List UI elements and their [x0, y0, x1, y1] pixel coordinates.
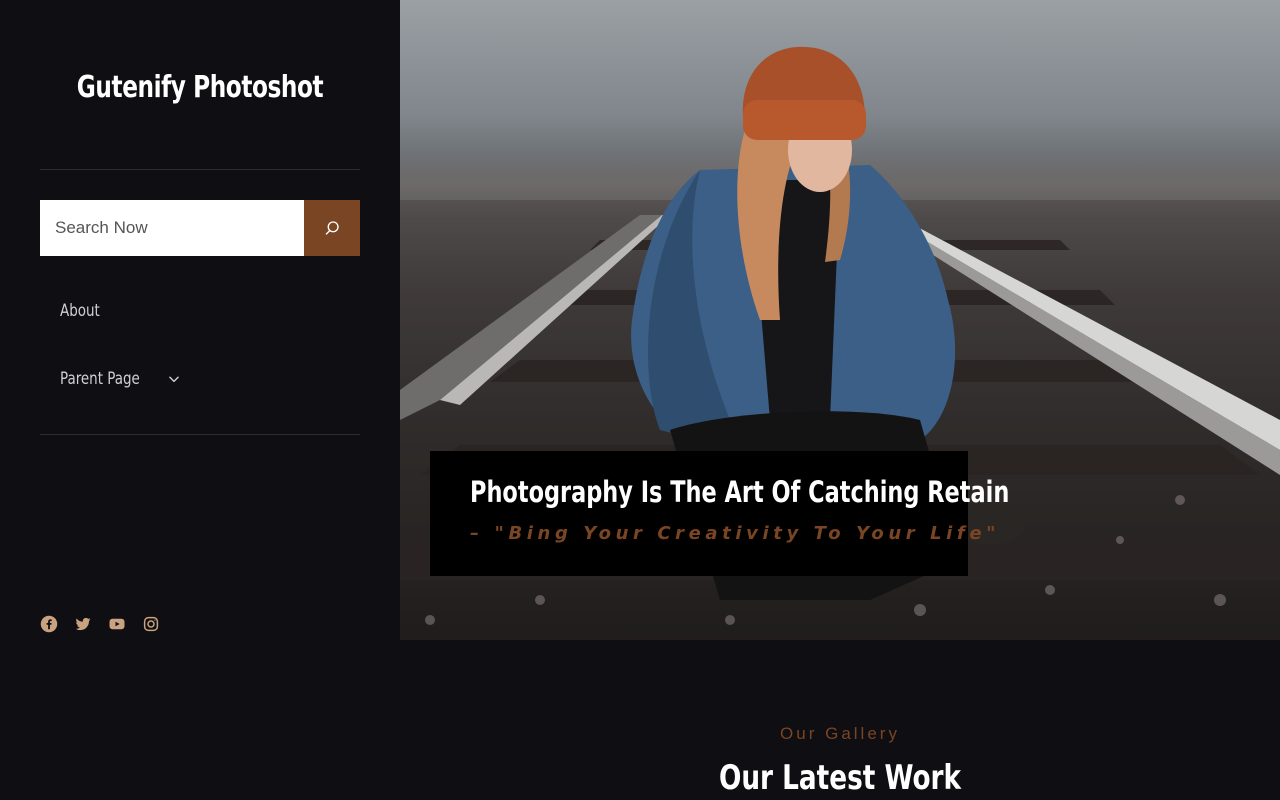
nav-item-about[interactable]: About — [60, 301, 105, 321]
search-button[interactable] — [304, 200, 360, 256]
social-links — [40, 615, 160, 633]
twitter-icon[interactable] — [74, 615, 92, 633]
chevron-down-icon[interactable] — [167, 372, 181, 386]
gallery-section: Our Gallery Our Latest Work — [400, 640, 1280, 800]
sidebar: Gutenify Photoshot About Parent Page — [0, 0, 400, 800]
hero-caption: Photography Is The Art Of Catching Retai… — [430, 451, 1009, 576]
site-title[interactable]: Gutenify Photoshot — [28, 70, 372, 105]
sidebar-divider-bottom — [40, 434, 360, 435]
hero-quote: – "Bing Your Creativity To Your Life" — [470, 523, 1001, 544]
gallery-heading: Our Latest Work — [718, 758, 962, 798]
sidebar-divider-top — [40, 169, 360, 170]
youtube-icon[interactable] — [108, 615, 126, 633]
search-icon — [323, 219, 341, 237]
gallery-kicker: Our Gallery — [780, 724, 900, 743]
search-form — [40, 200, 360, 256]
nav-item-parent-page[interactable]: Parent Page — [60, 369, 181, 389]
hero-title: Photography Is The Art Of Catching Retai… — [470, 475, 1010, 509]
nav-item-label: About — [60, 301, 100, 321]
page: Gutenify Photoshot About Parent Page — [0, 0, 1280, 800]
facebook-icon[interactable] — [40, 615, 58, 633]
search-input[interactable] — [40, 200, 304, 256]
instagram-icon[interactable] — [142, 615, 160, 633]
nav-item-label: Parent Page — [60, 369, 140, 389]
